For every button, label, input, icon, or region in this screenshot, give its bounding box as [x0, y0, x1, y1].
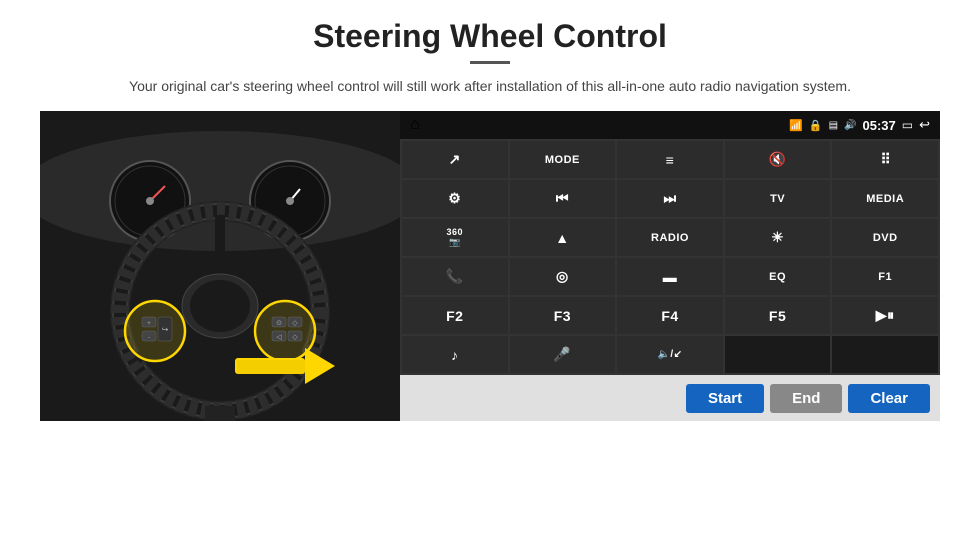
- btn-navigate[interactable]: ↗: [402, 141, 508, 178]
- svg-text:◁: ◁: [276, 334, 282, 341]
- status-right: 📶 🔒 ▤ 🔊 05:37 ▭ ↩: [789, 117, 930, 133]
- home-icon[interactable]: ⌂: [410, 116, 420, 134]
- btn-prev[interactable]: ⏮: [510, 180, 616, 217]
- page-subtitle: Your original car's steering wheel contr…: [129, 76, 851, 97]
- btn-f1[interactable]: F1: [832, 258, 938, 295]
- button-grid: ↗ MODE ≡ 🔇 ⠿ ⚙ ⏮ ⏭ TV MEDIA 360📷 ▲ RADIO…: [400, 139, 940, 375]
- back-icon[interactable]: ↩: [919, 117, 930, 133]
- lock-icon: 🔒: [809, 119, 823, 132]
- btn-dvd[interactable]: DVD: [832, 219, 938, 256]
- svg-text:-: -: [148, 335, 150, 341]
- btn-empty-1: [725, 336, 831, 373]
- btn-phone[interactable]: 📞: [402, 258, 508, 295]
- status-bar: ⌂ 📶 🔒 ▤ 🔊 05:37 ▭ ↩: [400, 111, 940, 139]
- btn-f2[interactable]: F2: [402, 297, 508, 334]
- end-button[interactable]: End: [770, 384, 842, 413]
- btn-music[interactable]: ♪: [402, 336, 508, 373]
- start-button[interactable]: Start: [686, 384, 764, 413]
- btn-f4[interactable]: F4: [617, 297, 723, 334]
- btn-f5[interactable]: F5: [725, 297, 831, 334]
- btn-eq[interactable]: EQ: [725, 258, 831, 295]
- btn-apps[interactable]: ⠿: [832, 141, 938, 178]
- btn-f3[interactable]: F3: [510, 297, 616, 334]
- btn-brightness[interactable]: ☀: [725, 219, 831, 256]
- btn-360[interactable]: 360📷: [402, 219, 508, 256]
- svg-text:↪: ↪: [162, 325, 169, 334]
- svg-text:⊙: ⊙: [276, 320, 282, 327]
- svg-text:◇: ◇: [292, 320, 298, 327]
- btn-eject[interactable]: ▲: [510, 219, 616, 256]
- bottom-bar: Start End Clear: [400, 375, 940, 421]
- btn-tv[interactable]: TV: [725, 180, 831, 217]
- main-content: + - ↪ ⊙ ◇ ◁ ◇: [40, 111, 940, 421]
- page-container: Steering Wheel Control Your original car…: [0, 0, 980, 544]
- clear-button[interactable]: Clear: [848, 384, 930, 413]
- head-unit-panel: ⌂ 📶 🔒 ▤ 🔊 05:37 ▭ ↩ ↗ MODE ≡ 🔇 ⠿: [400, 111, 940, 421]
- sd-icon: ▤: [829, 120, 838, 131]
- cast-icon: ▭: [902, 118, 913, 132]
- btn-radio[interactable]: RADIO: [617, 219, 723, 256]
- bt-icon: 🔊: [844, 120, 856, 131]
- svg-text:◇: ◇: [292, 334, 298, 341]
- btn-mute[interactable]: 🔇: [725, 141, 831, 178]
- title-underline: [470, 61, 510, 64]
- svg-text:+: +: [147, 321, 151, 327]
- btn-list[interactable]: ≡: [617, 141, 723, 178]
- btn-vol-call[interactable]: 🔈/↙: [617, 336, 723, 373]
- btn-navi[interactable]: ◎: [510, 258, 616, 295]
- page-title: Steering Wheel Control: [313, 18, 667, 55]
- btn-media[interactable]: MEDIA: [832, 180, 938, 217]
- btn-mic[interactable]: 🎤: [510, 336, 616, 373]
- btn-empty-2: [832, 336, 938, 373]
- btn-next[interactable]: ⏭: [617, 180, 723, 217]
- btn-mode[interactable]: MODE: [510, 141, 616, 178]
- status-time: 05:37: [863, 118, 896, 133]
- btn-settings[interactable]: ⚙: [402, 180, 508, 217]
- btn-screen[interactable]: ▬: [617, 258, 723, 295]
- btn-play-pause[interactable]: ▶⏸: [832, 297, 938, 334]
- wifi-icon: 📶: [789, 119, 803, 132]
- steering-wheel-image: + - ↪ ⊙ ◇ ◁ ◇: [40, 111, 400, 421]
